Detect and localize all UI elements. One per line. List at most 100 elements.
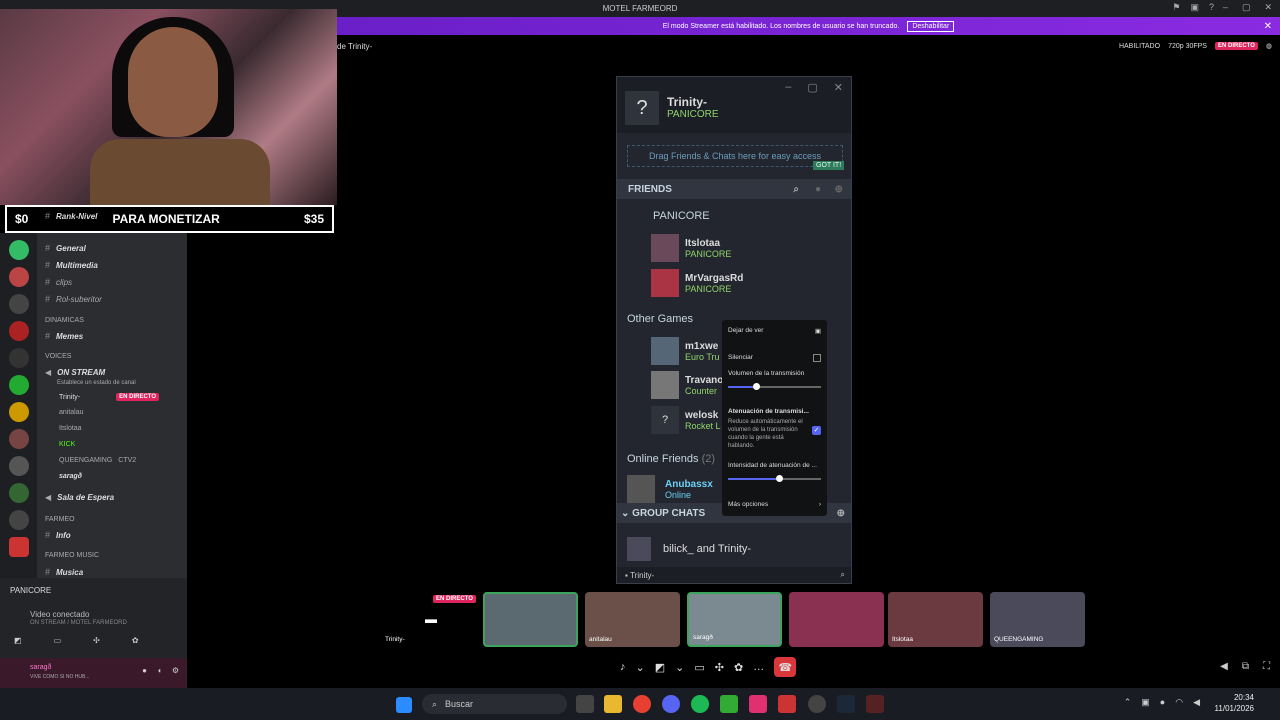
server-icon[interactable] [8,375,29,395]
participant-tile[interactable]: EN DIRECTO ▬ Trinity- [381,592,476,647]
channel-info[interactable]: # Info [45,530,71,540]
disable-button[interactable]: Deshabilitar [907,20,955,32]
channel-multimedia[interactable]: # Multimedia [45,260,98,270]
steam-user-name[interactable]: Trinity- [667,95,707,109]
participant-tile[interactable] [789,592,884,647]
mic-icon[interactable]: ● [1160,697,1165,708]
friend-row[interactable]: Anubassx Online [627,475,713,503]
end-call-button[interactable]: ☎ [774,657,797,677]
minimize-button[interactable]: – [785,81,791,94]
app-icon[interactable] [866,695,884,713]
user-panel[interactable]: saragð VIVE COMO SI NO HUB... ● ◖ ⚙ [0,658,187,688]
avatar-placeholder-icon[interactable]: ? [625,91,659,125]
volume-slider[interactable] [728,383,821,390]
drag-drop-area[interactable]: Drag Friends & Chats here for easy acces… [627,145,843,167]
popout-icon[interactable]: ⧉ [1242,661,1249,672]
chrome-icon[interactable] [633,695,651,713]
volume-icon[interactable]: ◀ [1220,661,1228,672]
server-icon[interactable] [8,240,29,260]
popout-icon[interactable]: ◍ [1266,42,1272,50]
task-view-icon[interactable] [576,695,594,713]
attenuation-checkbox[interactable]: ✓ [812,426,821,435]
fullscreen-icon[interactable]: ⛶ [1263,661,1270,672]
chevron-down-icon[interactable]: ⌄ [675,661,684,674]
participant-tile[interactable] [483,592,578,647]
pin-icon[interactable]: ⚑ [1172,2,1180,13]
participant-tile[interactable]: QUEENGAMING [990,592,1085,647]
taskbar-clock[interactable]: 20:34 11/01/2026 [1215,692,1254,714]
spotify-icon[interactable] [691,695,709,713]
server-icon[interactable] [8,429,29,449]
activity-icon[interactable]: ✣ [93,636,100,645]
friend-row[interactable]: MrVargasRd PANICORE [651,269,743,297]
discord-icon[interactable] [662,695,680,713]
category-music[interactable]: FARMEO MUSIC [45,552,99,559]
participant-tile[interactable]: Itslotaa [888,592,983,647]
server-icon[interactable] [8,348,29,368]
inbox-icon[interactable]: ▣ [1190,2,1199,13]
file-explorer-icon[interactable] [604,695,622,713]
member-saragd[interactable]: saragð [59,473,82,480]
settings-icon[interactable]: ⚙ [172,666,179,675]
friend-row[interactable]: Travano Counter [651,371,723,399]
channel-clips[interactable]: # clips [45,277,72,287]
voice-sala-espera[interactable]: ◀ Sala de Espera [45,493,114,502]
xbox-icon[interactable] [720,695,738,713]
search-icon[interactable]: ⌕ [793,184,799,195]
chevron-up-icon[interactable]: ⌃ [1124,697,1132,708]
channel-rank[interactable]: # Rank-Nivel [45,211,97,221]
minimize-button[interactable]: – [1223,2,1228,13]
app-icon[interactable] [778,695,796,713]
member-anitalau[interactable]: anitalau [59,409,84,416]
volume-icon[interactable]: ◀ [1193,697,1200,708]
channel-rol[interactable]: # Rol-suberitor [45,294,102,304]
mic-icon[interactable]: ● [142,666,147,675]
wifi-icon[interactable]: ◠ [1175,697,1183,708]
member-kick[interactable]: KICK [59,441,75,448]
mute-item[interactable]: Silenciar [728,354,821,362]
help-icon[interactable]: ? [1209,2,1214,13]
settings-icon[interactable]: ⊕ [835,184,843,195]
server-icon[interactable] [8,510,29,530]
category-farmeo[interactable]: FARMEO [45,516,75,523]
taskbar-search[interactable]: ⌕ Buscar [422,694,567,714]
server-icon[interactable] [8,294,29,314]
friend-row[interactable]: Itslotaa PANICORE [651,234,731,262]
intensity-slider[interactable] [728,475,821,482]
group-chat-row[interactable]: bilick_ and Trinity- [627,537,751,561]
online-friends-header[interactable]: Online Friends (2) [627,453,715,465]
server-icon[interactable] [8,267,29,287]
channel-memes[interactable]: # Memes [45,331,83,341]
tray-app-icon[interactable]: ▣ [1141,697,1150,708]
add-friend-icon[interactable]: ● [815,184,821,195]
member-trinity[interactable]: Trinity- EN DIRECTO [59,393,160,401]
stop-watching-item[interactable]: Dejar de ver ▣ [728,327,821,335]
voice-on-stream[interactable]: ◀ ON STREAM [45,368,105,377]
add-group-icon[interactable]: ⊕ [837,508,845,519]
camera-off-icon[interactable]: ◩ [655,661,665,674]
server-icon[interactable] [8,321,29,341]
more-options-item[interactable]: Más opciones › [728,501,821,508]
server-icon[interactable] [8,456,29,476]
participant-tile[interactable]: saragð [687,592,782,647]
mic-icon[interactable]: ♪ [620,661,626,673]
got-it-button[interactable]: GOT IT! [813,161,845,170]
maximize-button[interactable]: ▢ [1242,2,1251,13]
screen-share-icon[interactable]: ▭ [694,661,704,674]
close-button[interactable]: ✕ [1264,2,1272,13]
screen-share-icon[interactable]: ▭ [54,636,62,645]
game-group-header[interactable]: PANICORE [653,210,710,222]
mute-checkbox[interactable] [813,354,821,362]
server-icon[interactable] [8,483,29,503]
chevron-down-icon[interactable]: ⌄ [636,661,645,674]
app-icon[interactable] [808,695,826,713]
more-icon[interactable]: … [753,661,764,673]
channel-general[interactable]: # General [45,243,86,253]
friend-row[interactable]: m1xwe Euro Tru [651,337,720,365]
member-itslotaa[interactable]: Itslotaa [59,425,82,432]
participant-tile[interactable]: anitalau [585,592,680,647]
server-icon[interactable] [8,537,29,557]
steam-icon[interactable] [837,695,855,713]
other-games-header[interactable]: Other Games [627,313,693,325]
category-voices[interactable]: VOICES [45,353,71,360]
